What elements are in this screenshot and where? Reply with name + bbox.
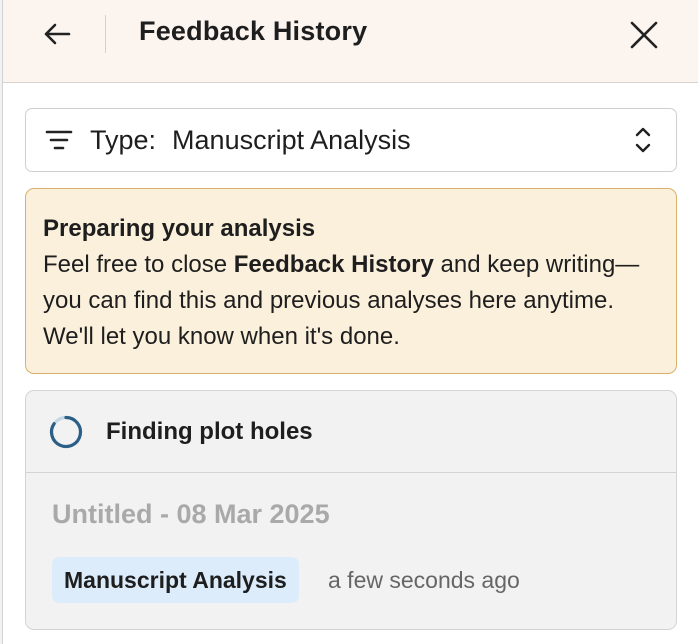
notice-body-prefix: Feel free to close [43,251,234,278]
arrow-left-icon [44,23,71,45]
notice-body-bold: Feedback History [233,251,434,278]
feedback-history-panel: Feedback History Type: Manuscript Analys… [2,0,698,644]
analysis-status-row: Finding plot holes [26,391,676,473]
preparing-analysis-notice: Preparing your analysis Feel free to clo… [25,188,677,374]
header-divider [105,15,106,53]
close-button[interactable] [623,14,665,56]
panel-header: Feedback History [3,0,698,83]
notice-body: Feel free to close Feedback History and … [43,251,639,350]
close-icon [630,21,658,49]
filter-label: Type: [90,124,157,155]
loading-spinner-icon [49,415,83,448]
notice-title: Preparing your analysis [43,215,316,242]
filter-selected-value: Manuscript Analysis [172,124,411,155]
analysis-title: Untitled - 08 Mar 2025 [52,499,330,529]
filter-lines-icon [44,125,74,155]
type-filter-select[interactable]: Type: Manuscript Analysis [25,108,677,172]
panel-title: Feedback History [139,16,368,46]
chevron-up-down-icon [635,127,651,153]
analysis-card[interactable]: Finding plot holes Untitled - 08 Mar 202… [25,390,677,630]
analysis-type-badge: Manuscript Analysis [52,557,299,603]
analysis-timestamp: a few seconds ago [328,567,520,593]
analysis-status: Finding plot holes [106,417,313,445]
back-button[interactable] [37,18,77,50]
